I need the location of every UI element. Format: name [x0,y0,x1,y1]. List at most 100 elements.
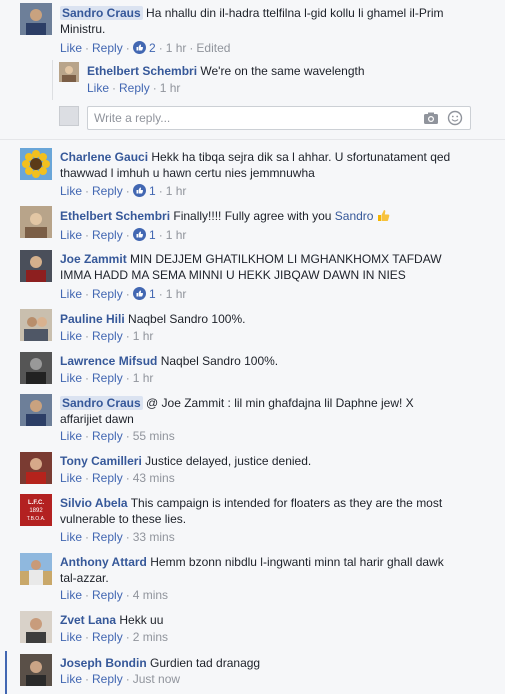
like-button[interactable]: Like [87,81,109,95]
timestamp[interactable]: 1 hr [166,287,187,301]
avatar[interactable] [20,206,52,238]
reply-button[interactable]: Reply [92,287,123,301]
avatar[interactable] [20,352,52,384]
reply-button[interactable]: Reply [92,530,123,544]
commenter-name[interactable]: Joseph Bondin [60,656,147,670]
reply-button[interactable]: Reply [92,630,123,644]
avatar[interactable] [20,309,52,341]
reply-button[interactable]: Reply [119,81,150,95]
timestamp[interactable]: 4 mins [133,588,168,602]
like-count[interactable]: 2 [149,41,156,55]
comment-text: Justice delayed, justice denied. [145,454,312,468]
commenter-name[interactable]: Sandro Craus [60,6,143,20]
like-thumb-icon[interactable] [132,287,146,303]
focus-bar [5,651,7,694]
comment-body: Sandro Craus Ha nhallu din il-hadra ttel… [60,5,460,37]
commenter-name[interactable]: Silvio Abela [60,496,128,510]
timestamp[interactable]: 1 hr [160,81,181,95]
timestamp[interactable]: 1 hr [166,184,187,198]
svg-text:L.F.C.: L.F.C. [28,500,44,506]
timestamp[interactable]: 1 hr [133,371,154,385]
edited-label[interactable]: Edited [196,41,230,55]
like-button[interactable]: Like [60,371,82,385]
like-button[interactable]: Like [60,184,82,198]
reply-input[interactable] [88,107,408,129]
like-count[interactable]: 1 [149,228,156,242]
avatar[interactable]: L.F.C. 1892 T.B.O.A. [20,494,52,526]
comment-body: Joseph Bondin Gurdien tad dranagg [60,655,460,671]
reply-button[interactable]: Reply [92,228,123,242]
commenter-name[interactable]: Lawrence Mifsud [60,354,157,368]
commenter-name[interactable]: Tony Camilleri [60,454,142,468]
avatar[interactable] [20,654,52,686]
comment-actions: Like · Reply · 1 · 1 hr [60,184,187,200]
smiley-icon[interactable] [447,110,463,126]
comment-body: Zvet Lana Hekk uu [60,612,460,628]
like-button[interactable]: Like [60,429,82,443]
timestamp[interactable]: 55 mins [133,429,175,443]
commenter-name[interactable]: Sandro Craus [60,396,143,410]
timestamp[interactable]: 1 hr [166,41,187,55]
like-button[interactable]: Like [60,471,82,485]
like-button[interactable]: Like [60,287,82,301]
timestamp[interactable]: 33 mins [133,530,175,544]
like-button[interactable]: Like [60,630,82,644]
commenter-name[interactable]: Joe Zammit [60,252,127,266]
reply-button[interactable]: Reply [92,429,123,443]
reply-button[interactable]: Reply [92,588,123,602]
avatar[interactable] [20,553,52,585]
avatar[interactable] [20,394,52,426]
avatar[interactable] [20,3,52,35]
like-button[interactable]: Like [60,41,82,55]
reply-button[interactable]: Reply [92,371,123,385]
like-button[interactable]: Like [60,228,82,242]
avatar[interactable] [20,452,52,484]
comment-text: Gurdien tad dranagg [150,656,261,670]
comment-body: Lawrence Mifsud Naqbel Sandro 100%. [60,353,460,369]
commenter-name[interactable]: Charlene Gauci [60,150,148,164]
reply-button[interactable]: Reply [92,41,123,55]
comment-body: Ethelbert Schembri We're on the same wav… [87,63,487,79]
comment-text: Hekk uu [119,613,164,627]
avatar[interactable] [59,62,79,82]
like-count[interactable]: 1 [149,287,156,301]
mention-link[interactable]: Sandro [335,209,374,223]
commenter-name[interactable]: Ethelbert Schembri [87,64,197,78]
comment-actions: Like · Reply · 1 · 1 hr [60,228,187,244]
reply-box[interactable] [87,106,471,130]
avatar[interactable] [20,250,52,282]
like-button[interactable]: Like [60,530,82,544]
comment-text: Naqbel Sandro 100%. [160,354,279,368]
commenter-name[interactable]: Anthony Attard [60,555,147,569]
comment-body: Pauline Hili Naqbel Sandro 100%. [60,311,460,327]
comment-body: Tony Camilleri Justice delayed, justice … [60,453,460,469]
comment-actions: Like · Reply · 2 mins [60,630,169,644]
comment-actions: Like · Reply · 1 hr [87,81,181,95]
like-thumb-icon[interactable] [132,41,146,57]
divider [0,139,505,140]
avatar[interactable] [20,148,52,180]
like-thumb-icon[interactable] [132,184,146,200]
reply-button[interactable]: Reply [92,471,123,485]
comment-text: Naqbel Sandro 100%. [128,312,246,326]
avatar[interactable] [20,611,52,643]
like-button[interactable]: Like [60,329,82,343]
timestamp[interactable]: 2 mins [133,630,168,644]
like-thumb-icon[interactable] [132,228,146,244]
commenter-name[interactable]: Zvet Lana [60,613,116,627]
reply-button[interactable]: Reply [92,672,123,686]
reply-button[interactable]: Reply [92,184,123,198]
timestamp[interactable]: 1 hr [133,329,154,343]
commenter-name[interactable]: Pauline Hili [60,312,125,326]
like-count[interactable]: 1 [149,184,156,198]
commenter-name[interactable]: Ethelbert Schembri [60,209,170,223]
timestamp[interactable]: 1 hr [166,228,187,242]
like-button[interactable]: Like [60,672,82,686]
timestamp[interactable]: 43 mins [133,471,175,485]
svg-text:1892: 1892 [29,508,43,514]
reply-button[interactable]: Reply [92,329,123,343]
comment-actions: Like · Reply · 33 mins [60,530,175,544]
like-button[interactable]: Like [60,588,82,602]
camera-icon[interactable] [423,110,439,126]
timestamp[interactable]: Just now [133,672,180,686]
